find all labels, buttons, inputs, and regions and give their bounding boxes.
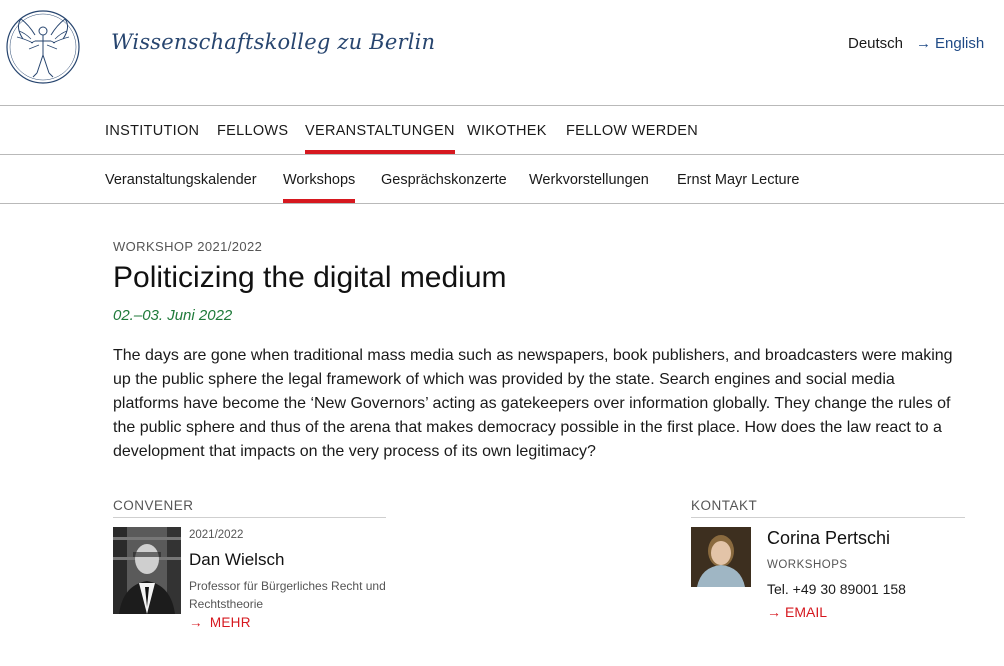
contact-department: WORKSHOPS	[767, 559, 848, 571]
main-navigation: INSTITUTION FELLOWS VERANSTALTUNGEN WIKO…	[0, 106, 1004, 155]
nav-item-institution[interactable]: INSTITUTION	[105, 123, 199, 139]
convener-name[interactable]: Dan Wielsch	[189, 550, 284, 570]
logo-emblem-icon[interactable]	[5, 9, 81, 85]
language-english-label: English	[935, 35, 985, 52]
convener-heading: CONVENER	[113, 498, 386, 518]
subnav-item-werkvorstellungen[interactable]: Werkvorstellungen	[529, 172, 649, 188]
convener-photo[interactable]	[113, 527, 181, 614]
subnav-item-ernst-mayr-lecture[interactable]: Ernst Mayr Lecture	[677, 172, 800, 188]
more-label: MEHR	[209, 615, 251, 630]
language-deutsch-link[interactable]: Deutsch	[848, 35, 903, 52]
subnav-item-gespraechskonzerte[interactable]: Gesprächskonzerte	[381, 172, 507, 188]
arrow-right-icon: →	[189, 615, 203, 630]
contact-photo	[691, 527, 751, 587]
email-label: EMAIL	[785, 604, 828, 620]
arrow-right-icon: →	[767, 604, 781, 620]
site-logo-text[interactable]: Wissenschaftskolleg zu Berlin	[111, 30, 435, 54]
kontakt-heading: KONTAKT	[691, 498, 965, 518]
event-kicker: WORKSHOP 2021/2022	[113, 239, 263, 254]
contact-name: Corina Pertschi	[767, 528, 891, 548]
convener-more-link[interactable]: → MEHR	[189, 615, 251, 630]
event-dates: 02.–03. Juni 2022	[113, 307, 233, 324]
subnav-item-workshops[interactable]: Workshops	[283, 172, 356, 203]
sub-navigation: Veranstaltungskalender Workshops Gespräc…	[0, 155, 1004, 204]
contact-email-link[interactable]: → EMAIL	[767, 604, 827, 620]
page-title: Politicizing the digital medium	[113, 261, 507, 294]
convener-year: 2021/2022	[189, 529, 244, 541]
nav-item-veranstaltungen[interactable]: VERANSTALTUNGEN	[305, 123, 455, 154]
convener-role: Professor für Bürgerliches Recht und Rec…	[189, 579, 386, 611]
site-header: Wissenschaftskolleg zu Berlin Deutsch → E…	[0, 0, 1004, 106]
nav-item-wikothek[interactable]: WIKOTHEK	[467, 123, 547, 139]
arrow-right-icon: →	[916, 35, 931, 52]
subnav-item-veranstaltungskalender[interactable]: Veranstaltungskalender	[105, 172, 257, 188]
event-description: The days are gone when traditional mass …	[113, 347, 953, 460]
nav-item-fellow-werden[interactable]: FELLOW WERDEN	[566, 123, 698, 139]
nav-item-fellows[interactable]: FELLOWS	[217, 123, 288, 139]
contact-phone[interactable]: Tel. +49 30 89001 158	[767, 581, 906, 597]
language-english-link[interactable]: → English	[916, 35, 984, 52]
